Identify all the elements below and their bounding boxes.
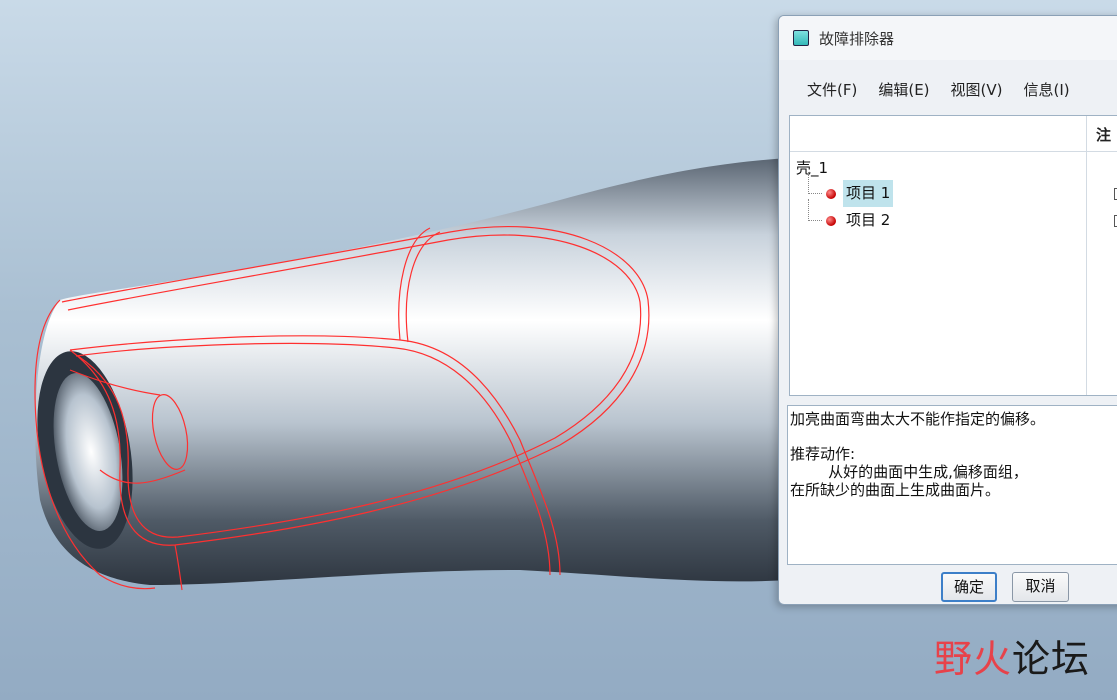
error-bullet-icon bbox=[826, 188, 836, 199]
menu-edit[interactable]: 编辑(E) bbox=[878, 79, 929, 100]
recommend-label: 推荐动作: bbox=[790, 445, 856, 463]
message-area[interactable]: 加亮曲面弯曲太大不能作指定的偏移。 推荐动作: 从好的曲面中生成,偏移面组， 在… bbox=[787, 405, 1117, 565]
app-window-icon bbox=[793, 30, 809, 46]
tree-item-label: 项目 2 bbox=[846, 211, 891, 229]
recommend-line-2: 在所缺少的曲面上生成曲面片。 bbox=[790, 481, 1001, 499]
tree-branch-line bbox=[808, 199, 822, 221]
column-divider[interactable] bbox=[1086, 116, 1087, 395]
tree-item-label: 项目 1 bbox=[843, 180, 894, 207]
message-description: 加亮曲面弯曲太大不能作指定的偏移。 bbox=[790, 410, 1046, 428]
ok-button[interactable]: 确定 bbox=[941, 572, 997, 602]
watermark-part-2: 论坛 bbox=[1012, 637, 1091, 681]
menu-bar: 文件(F) 编辑(E) 视图(V) 信息(I) bbox=[779, 74, 1117, 104]
title-bar[interactable]: 故障排除器 bbox=[779, 16, 1117, 60]
menu-file[interactable]: 文件(F) bbox=[807, 79, 857, 100]
recommend-line-1: 从好的曲面中生成,偏移面组， bbox=[790, 463, 1028, 481]
troubleshooter-dialog: 故障排除器 文件(F) 编辑(E) 视图(V) 信息(I) 注 壳_1 项目 1… bbox=[778, 15, 1117, 605]
column-header-note[interactable]: 注 bbox=[1096, 124, 1111, 145]
dialog-title: 故障排除器 bbox=[819, 29, 895, 48]
panel-header: 注 bbox=[790, 116, 1117, 152]
tree-item-2[interactable]: 项目 2 bbox=[796, 199, 1117, 234]
menu-info[interactable]: 信息(I) bbox=[1024, 79, 1070, 100]
tree-branch-line bbox=[808, 172, 822, 194]
error-bullet-icon bbox=[826, 215, 836, 226]
watermark-part-1: 野火 bbox=[934, 637, 1013, 681]
menu-view[interactable]: 视图(V) bbox=[951, 79, 1003, 100]
issue-tree-panel: 注 壳_1 项目 1 项目 2 bbox=[789, 115, 1117, 396]
cancel-button[interactable]: 取消 bbox=[1012, 572, 1069, 602]
issue-tree: 壳_1 项目 1 项目 2 bbox=[796, 156, 1117, 234]
forum-watermark-logo: 野火论坛 bbox=[930, 618, 1110, 681]
